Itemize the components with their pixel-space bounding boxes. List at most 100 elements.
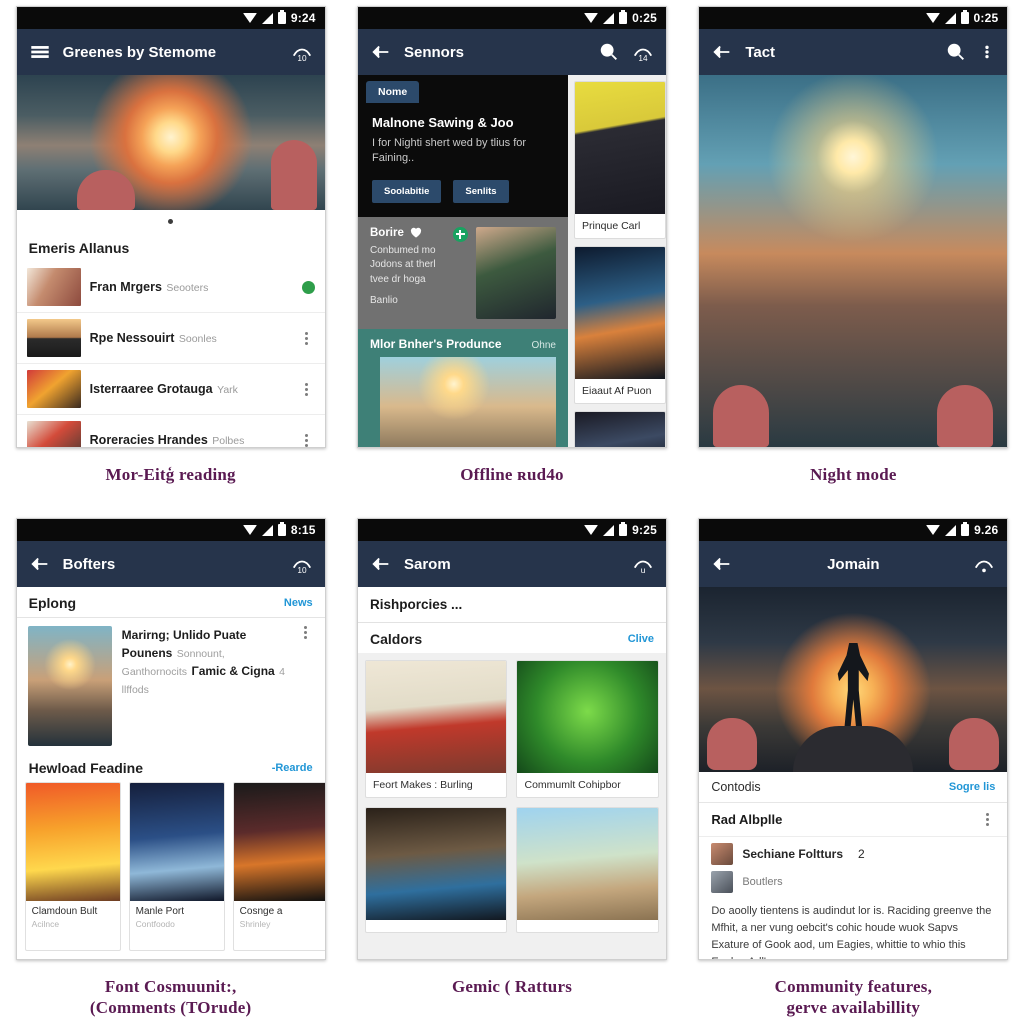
shelf-card[interactable]: Clamdoun Bult Acilnce [24,782,121,951]
add-icon[interactable] [452,226,468,242]
overflow-menu-icon[interactable] [979,41,995,63]
back-arrow-icon[interactable] [29,553,51,575]
back-arrow-icon[interactable] [370,553,392,575]
discover-title-2: Γamic & Cigna [191,664,275,678]
cover-art [25,783,120,901]
discover-text: Marirng; Unlido Puate Pounens Sonnount, … [122,626,288,746]
item-subtitle: Yark [217,384,238,396]
cast-icon[interactable]: 14 [632,41,654,63]
search-icon[interactable] [945,41,967,63]
cast-icon[interactable]: 10 [291,553,313,575]
shelf-card[interactable]: Manle Port Contfoodo [128,782,225,951]
library-list[interactable]: Fran Mrgers Seooters Rpe Nessouirt Soonl… [16,262,325,447]
cast-icon[interactable]: u [632,553,654,575]
item-title: Rpe Nessouirt [89,331,175,345]
pager-dot [168,218,174,224]
cover-art [365,661,507,773]
avatar [711,871,734,893]
overflow-menu-icon[interactable] [299,331,315,345]
author-name: Sechiane Foltturs [742,847,844,861]
genre-title: Borire [369,226,404,239]
contents-header: Contodis Sogre lis [699,772,1008,803]
discover-row[interactable]: Marirng; Unlido Puate Pounens Sonnount, … [16,618,325,752]
cast-icon[interactable]: 10 [291,41,313,63]
comment-author-primary[interactable]: Sechiane Foltturs 2 [699,837,1008,865]
search-icon[interactable] [598,41,620,63]
app-bar: Jomain [699,541,1008,587]
heart-icon[interactable] [410,227,422,239]
status-bar: 0:25 [357,7,666,29]
panel-1: 9:24 Greenes by Stemome 10 Emeris Allanu… [0,0,341,512]
hamburger-menu-icon[interactable] [29,41,51,63]
item-subtitle: Seooters [166,282,209,294]
contents-link[interactable]: Sogre lis [949,781,995,793]
overflow-menu-icon[interactable] [979,813,995,826]
cover-card[interactable]: Feort Makes : Burling [364,660,508,798]
cover-card[interactable] [516,807,659,933]
section-link[interactable]: Clive [628,633,654,645]
shelf-carousel[interactable]: Clamdoun Bult Acilnce Manle Port Contfoo… [16,782,325,959]
cover-art [574,82,665,214]
cover-card[interactable]: Commumlt Cohipbor [516,660,659,798]
battery-icon [961,522,970,536]
carousel-pager[interactable] [16,210,325,232]
side-card[interactable]: Prinque Carl [573,81,666,239]
item-text: Fran Mrgers Seooters [90,278,293,296]
tab-strip[interactable]: Nome [357,75,568,103]
cover-grid[interactable]: Feort Makes : Burling Commumlt Cohipbor [357,653,666,959]
section-link[interactable]: News [284,597,313,609]
night-mode-artwork[interactable] [699,75,1008,447]
tab-home[interactable]: Nome [365,81,420,103]
hero-artwork[interactable] [16,75,325,210]
figure-left [713,385,770,447]
subscribe-button[interactable]: Soolabitie [371,179,442,203]
app-bar: Tact [699,29,1008,75]
signal-icon [945,524,957,536]
produce-artwork[interactable] [379,356,556,447]
section-header: Eplong News [16,587,325,618]
produce-link[interactable]: Ohne [532,340,556,351]
status-bar: 0:25 [699,7,1008,29]
offline-side-column[interactable]: Prinque Carl Eiaaut Af Puon [567,75,666,447]
comment-author-secondary[interactable]: Boutlers [699,865,1008,893]
caption-line-2: gerve availabillity [786,998,921,1018]
produce-header: Mlor Bnher's Produnce Ohne [358,329,568,357]
caption-line-1: Community features, [774,977,933,996]
benefits-button[interactable]: Senlits [453,179,509,203]
back-arrow-icon[interactable] [711,41,733,63]
promo-card[interactable]: Malnone Sawing & Joo I for Nighti shert … [357,103,568,217]
list-item[interactable]: Fran Mrgers Seooters [16,262,325,313]
cover-caption [517,920,658,932]
status-time: 8:15 [290,523,316,537]
avatar [711,843,734,865]
hero-artwork[interactable] [699,587,1008,772]
side-card[interactable] [573,411,666,447]
list-item[interactable]: Roreracies Hrandes Polbes [17,415,325,447]
shelf-link[interactable]: -Rearde [272,762,313,774]
produce-section: Mlor Bnher's Produnce Ohne [357,328,568,447]
genre-text: Borire Conbumed mo Jodons at therl tvee … [370,227,445,319]
side-card[interactable]: Eiaaut Af Puon [573,246,666,404]
list-item[interactable]: Isterraaree Grotauga Yark [16,364,325,415]
shelf-card[interactable]: Cosnge a Shrinley [232,782,325,951]
signal-icon [261,12,273,24]
cast-icon[interactable] [973,553,995,575]
promo-title: Malnone Sawing & Joo [371,115,514,130]
cover-caption: Commumlt Cohipbor [524,779,621,791]
genre-card[interactable]: Borire Conbumed mo Jodons at therl tvee … [357,216,568,329]
back-arrow-icon[interactable] [711,553,733,575]
caption-line-2: (Comments (TOrude) [89,998,252,1018]
wifi-icon [242,525,257,535]
battery-icon [619,522,628,536]
overflow-menu-icon[interactable] [299,433,315,447]
item-title: Fran Mrgers [89,280,162,294]
overflow-menu-icon[interactable] [298,626,314,746]
section-header: Emeris Allanus [16,232,325,262]
overflow-menu-icon[interactable] [299,382,315,396]
list-item[interactable]: Rpe Nessouirt Soonles [16,313,325,364]
comment-body: Do aoolly tientens is audindut lor is. R… [699,893,1008,959]
section-title: Caldors [369,631,423,647]
caption-line-1: Font Cosmuunit:, [104,977,237,996]
cover-card[interactable] [364,807,508,933]
back-arrow-icon[interactable] [370,41,392,63]
